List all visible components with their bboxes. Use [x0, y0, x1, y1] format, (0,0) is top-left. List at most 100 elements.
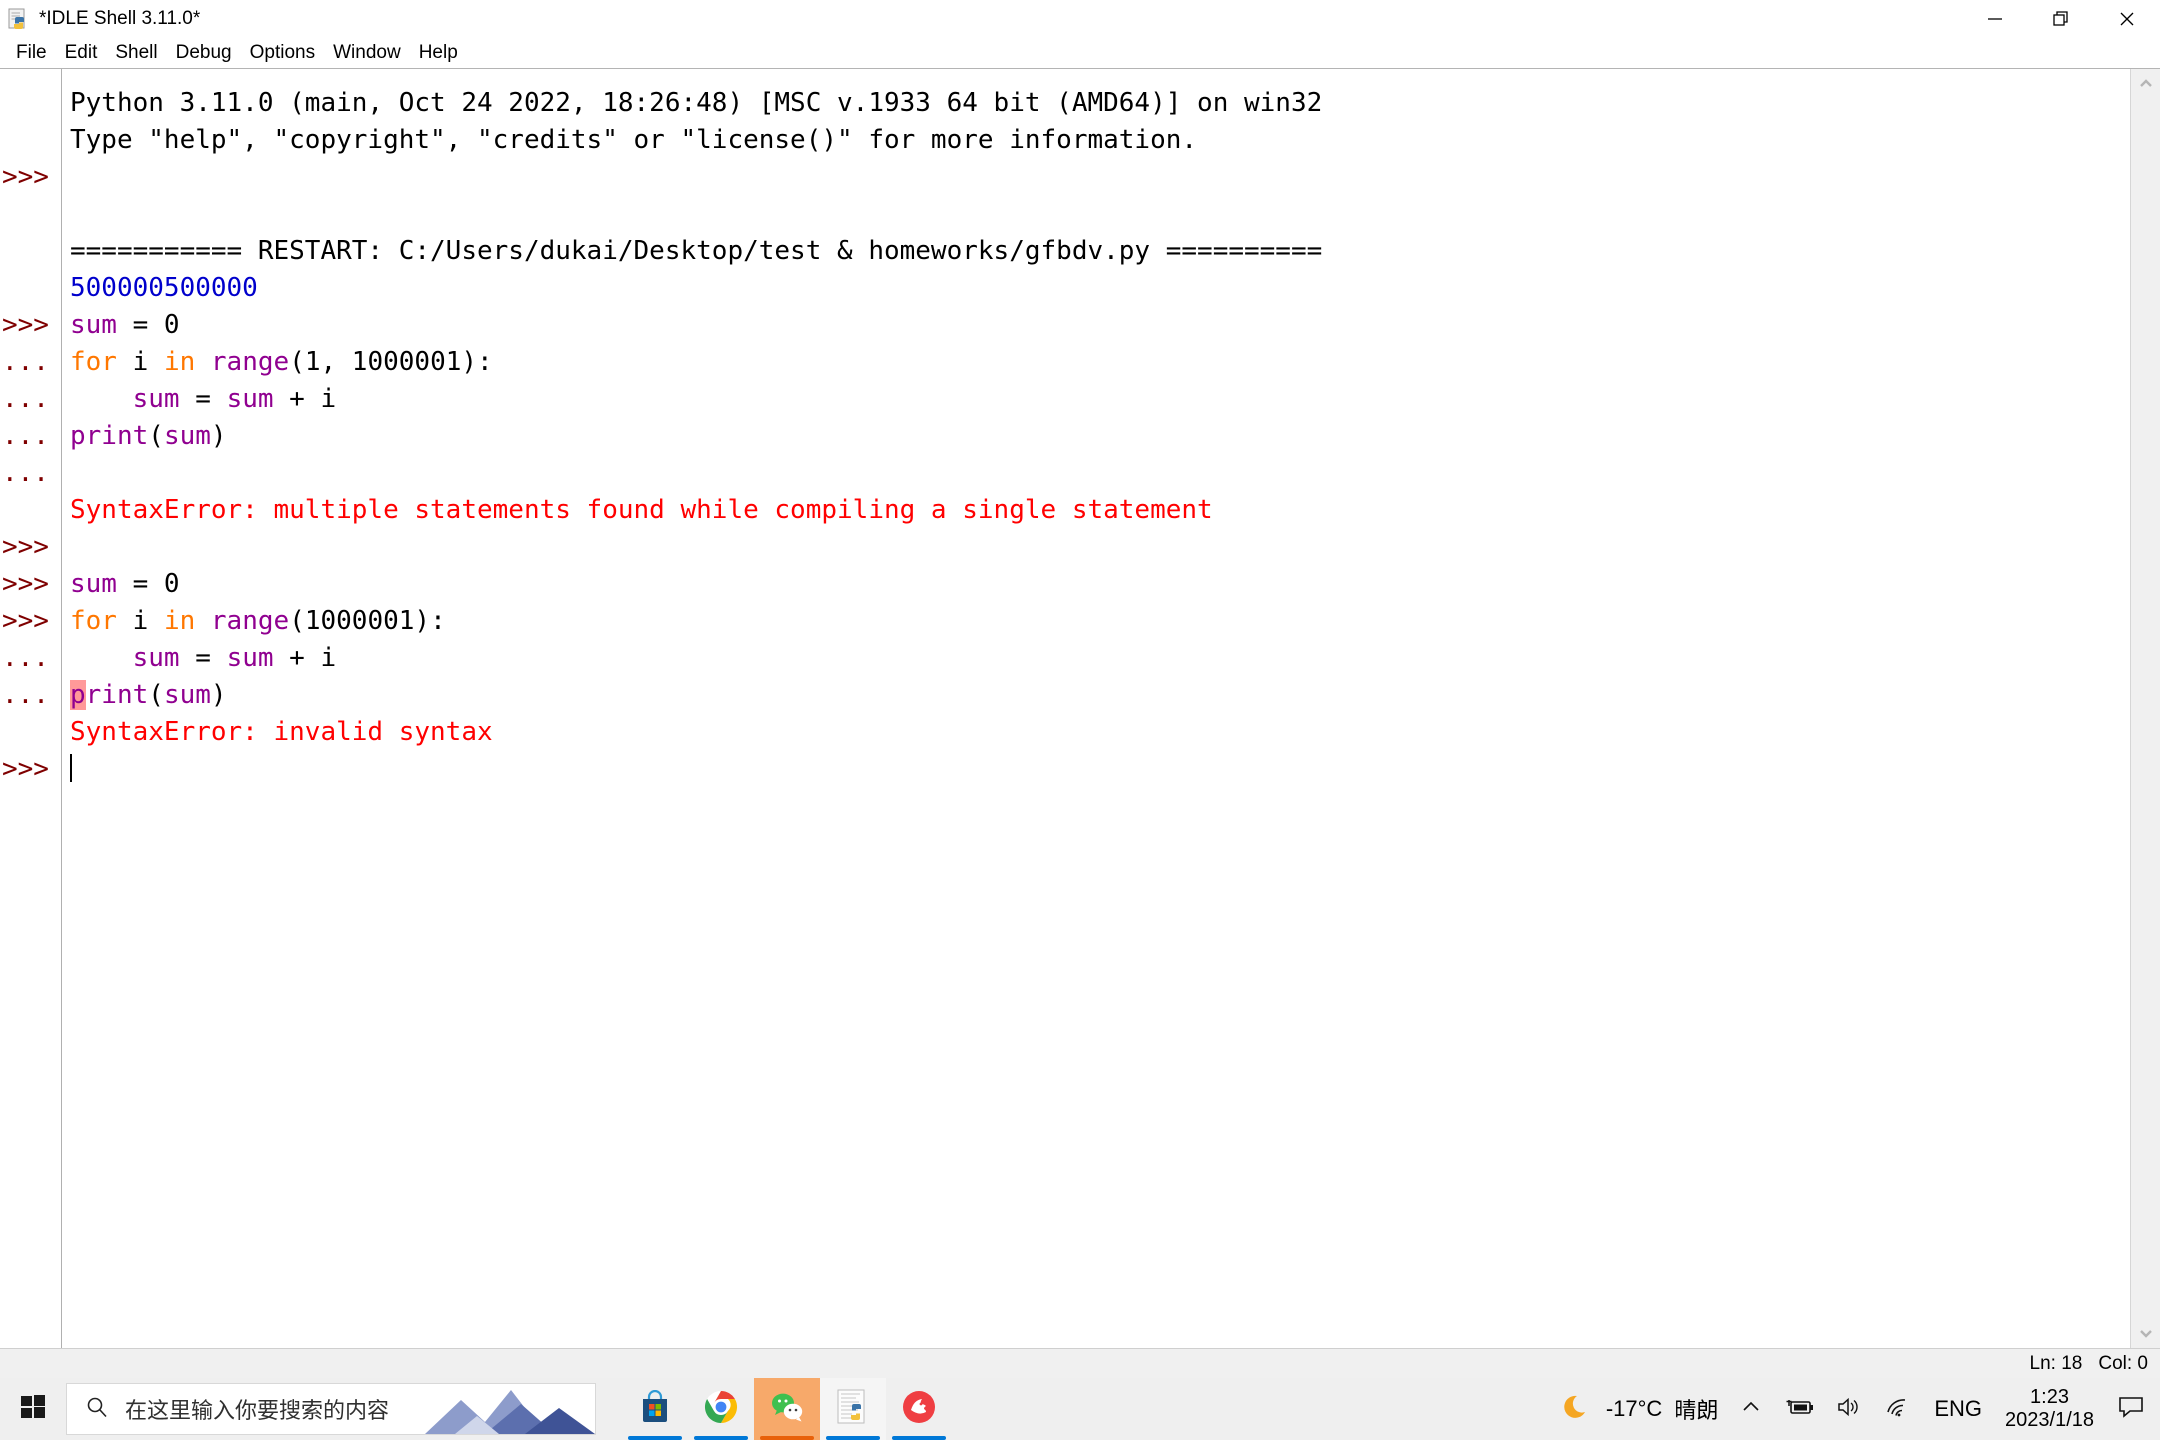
menu-item-window[interactable]: Window	[324, 38, 410, 68]
restore-button[interactable]	[2028, 0, 2094, 38]
text-caret	[70, 754, 72, 782]
code-token-builtin: sum	[163, 421, 211, 451]
shell-line: sum = sum + i	[70, 381, 2130, 418]
code-token-plain: Type "help", "copyright", "credits" or "…	[70, 125, 1198, 155]
battery-charging-icon	[1784, 1396, 1814, 1423]
shell-prompt	[0, 85, 61, 122]
shell-prompt: >>>	[2, 569, 49, 599]
shell-line: sum = 0	[70, 566, 2130, 603]
menu-item-file[interactable]: File	[7, 38, 56, 68]
language-indicator[interactable]: ENG	[1923, 1378, 1993, 1440]
shell-line: 500000500000	[70, 270, 2130, 307]
code-token-builtin: print	[70, 421, 149, 451]
title-bar: *IDLE Shell 3.11.0*	[0, 0, 2160, 38]
code-token-hit: p	[70, 680, 86, 710]
close-button[interactable]	[2094, 0, 2160, 38]
shell-line: sum = sum + i	[70, 640, 2130, 677]
shell-line: for i in range(1, 1000001):	[70, 344, 2130, 381]
code-token-plain: Python 3.11.0 (main, Oct 24 2022, 18:26:…	[70, 88, 1323, 118]
shell-line: sum = 0	[70, 307, 2130, 344]
taskbar-item-python-idle[interactable]	[820, 1378, 886, 1440]
language-label: ENG	[1934, 1396, 1983, 1421]
shell-prompt: ...	[2, 421, 49, 451]
code-token-keyword: in	[163, 606, 196, 636]
code-token-plain: =	[179, 643, 227, 673]
shell-output-area[interactable]: Python 3.11.0 (main, Oct 24 2022, 18:26:…	[62, 69, 2130, 1348]
shell-line: SyntaxError: invalid syntax	[70, 714, 2130, 751]
code-token-plain: i	[116, 606, 164, 636]
code-token-keyword: in	[163, 347, 196, 377]
shell-prompt: >>>	[2, 606, 49, 636]
start-button[interactable]	[0, 1378, 66, 1440]
python-idle-icon	[8, 8, 30, 30]
tray-overflow-button[interactable]	[1729, 1378, 1773, 1440]
code-token-builtin: sum	[226, 643, 274, 673]
taskbar-search-box[interactable]: 在这里输入你要搜索的内容	[66, 1383, 596, 1435]
shell-body: >>> >>>............ >>> >>> >>>...... >>> Pyt…	[0, 68, 2160, 1348]
shell-line: Python 3.11.0 (main, Oct 24 2022, 18:26:…	[70, 85, 2130, 122]
scroll-up-arrow[interactable]	[2131, 69, 2160, 99]
taskbar-running-underline	[628, 1436, 682, 1440]
code-token-plain: =========== RESTART: C:/Users/dukai/Desk…	[70, 236, 1323, 266]
taskbar-item-google-chrome[interactable]	[688, 1378, 754, 1440]
menu-item-shell[interactable]: Shell	[106, 38, 166, 68]
menu-item-edit[interactable]: Edit	[56, 38, 107, 68]
shell-prompt	[0, 233, 61, 270]
status-bar: Ln: 18 Col: 0	[0, 1348, 2160, 1378]
moon-icon	[1564, 1392, 1594, 1427]
code-token-error: SyntaxError: multiple statements found w…	[70, 495, 1213, 525]
scroll-down-arrow[interactable]	[2131, 1318, 2160, 1348]
shell-prompt	[0, 196, 61, 233]
weather-widget[interactable]: -17°C 晴朗	[1553, 1378, 1730, 1440]
network-button[interactable]	[1873, 1378, 1923, 1440]
action-center-button[interactable]	[2106, 1378, 2156, 1440]
wifi-icon	[1884, 1396, 1912, 1423]
system-tray: -17°C 晴朗 ENG 1:23 2023/1/18	[1553, 1378, 2160, 1440]
prompt-gutter: >>> >>>............ >>> >>> >>>...... >>>	[0, 69, 62, 1348]
code-token-plain: (	[148, 421, 164, 451]
code-token-builtin: range	[210, 347, 290, 377]
clock-date: 2023/1/18	[2005, 1409, 2094, 1431]
line-indicator: Ln: 18	[2029, 1352, 2083, 1374]
wechat-icon	[769, 1389, 805, 1430]
shell-line: =========== RESTART: C:/Users/dukai/Desk…	[70, 233, 2130, 270]
shell-prompt: ...	[2, 680, 49, 710]
code-token-plain: (	[148, 680, 164, 710]
shell-line: SyntaxError: multiple statements found w…	[70, 492, 2130, 529]
shell-prompt: ...	[2, 347, 49, 377]
shell-prompt: ...	[2, 458, 49, 488]
minimize-button[interactable]	[1962, 0, 2028, 38]
vertical-scrollbar[interactable]	[2130, 69, 2160, 1348]
search-icon	[85, 1395, 109, 1424]
menu-bar: File Edit Shell Debug Options Window Help	[0, 38, 2160, 68]
taskbar-item-wechat[interactable]	[754, 1378, 820, 1440]
menu-item-options[interactable]: Options	[241, 38, 324, 68]
volume-button[interactable]	[1825, 1378, 1873, 1440]
shell-prompt: >>>	[2, 162, 49, 192]
taskbar-running-underline	[760, 1436, 814, 1440]
shell-line: print(sum)	[70, 418, 2130, 455]
chevron-up-icon	[1740, 1396, 1762, 1423]
battery-status-button[interactable]	[1773, 1378, 1825, 1440]
shell-prompt: >>>	[2, 754, 49, 784]
shell-line: for i in range(1000001):	[70, 603, 2130, 640]
shell-prompt: ...	[2, 384, 49, 414]
taskbar-clock[interactable]: 1:23 2023/1/18	[1993, 1378, 2106, 1440]
code-token-plain: = 0	[116, 310, 180, 340]
idle-window-icon	[836, 1389, 870, 1430]
menu-item-help[interactable]: Help	[410, 38, 467, 68]
code-token-plain: + i	[273, 384, 337, 414]
taskbar-running-underline	[892, 1436, 946, 1440]
code-token-plain: (1000001):	[289, 606, 446, 636]
notification-icon	[2117, 1394, 2145, 1425]
taskbar-item-pdf-reader[interactable]	[886, 1378, 952, 1440]
code-token-builtin: range	[210, 606, 290, 636]
taskbar-app-buttons	[622, 1378, 952, 1440]
taskbar-item-microsoft-store[interactable]	[622, 1378, 688, 1440]
menu-item-debug[interactable]: Debug	[167, 38, 241, 68]
weather-description: 晴朗	[1674, 1398, 1719, 1423]
shell-line	[70, 751, 2130, 788]
